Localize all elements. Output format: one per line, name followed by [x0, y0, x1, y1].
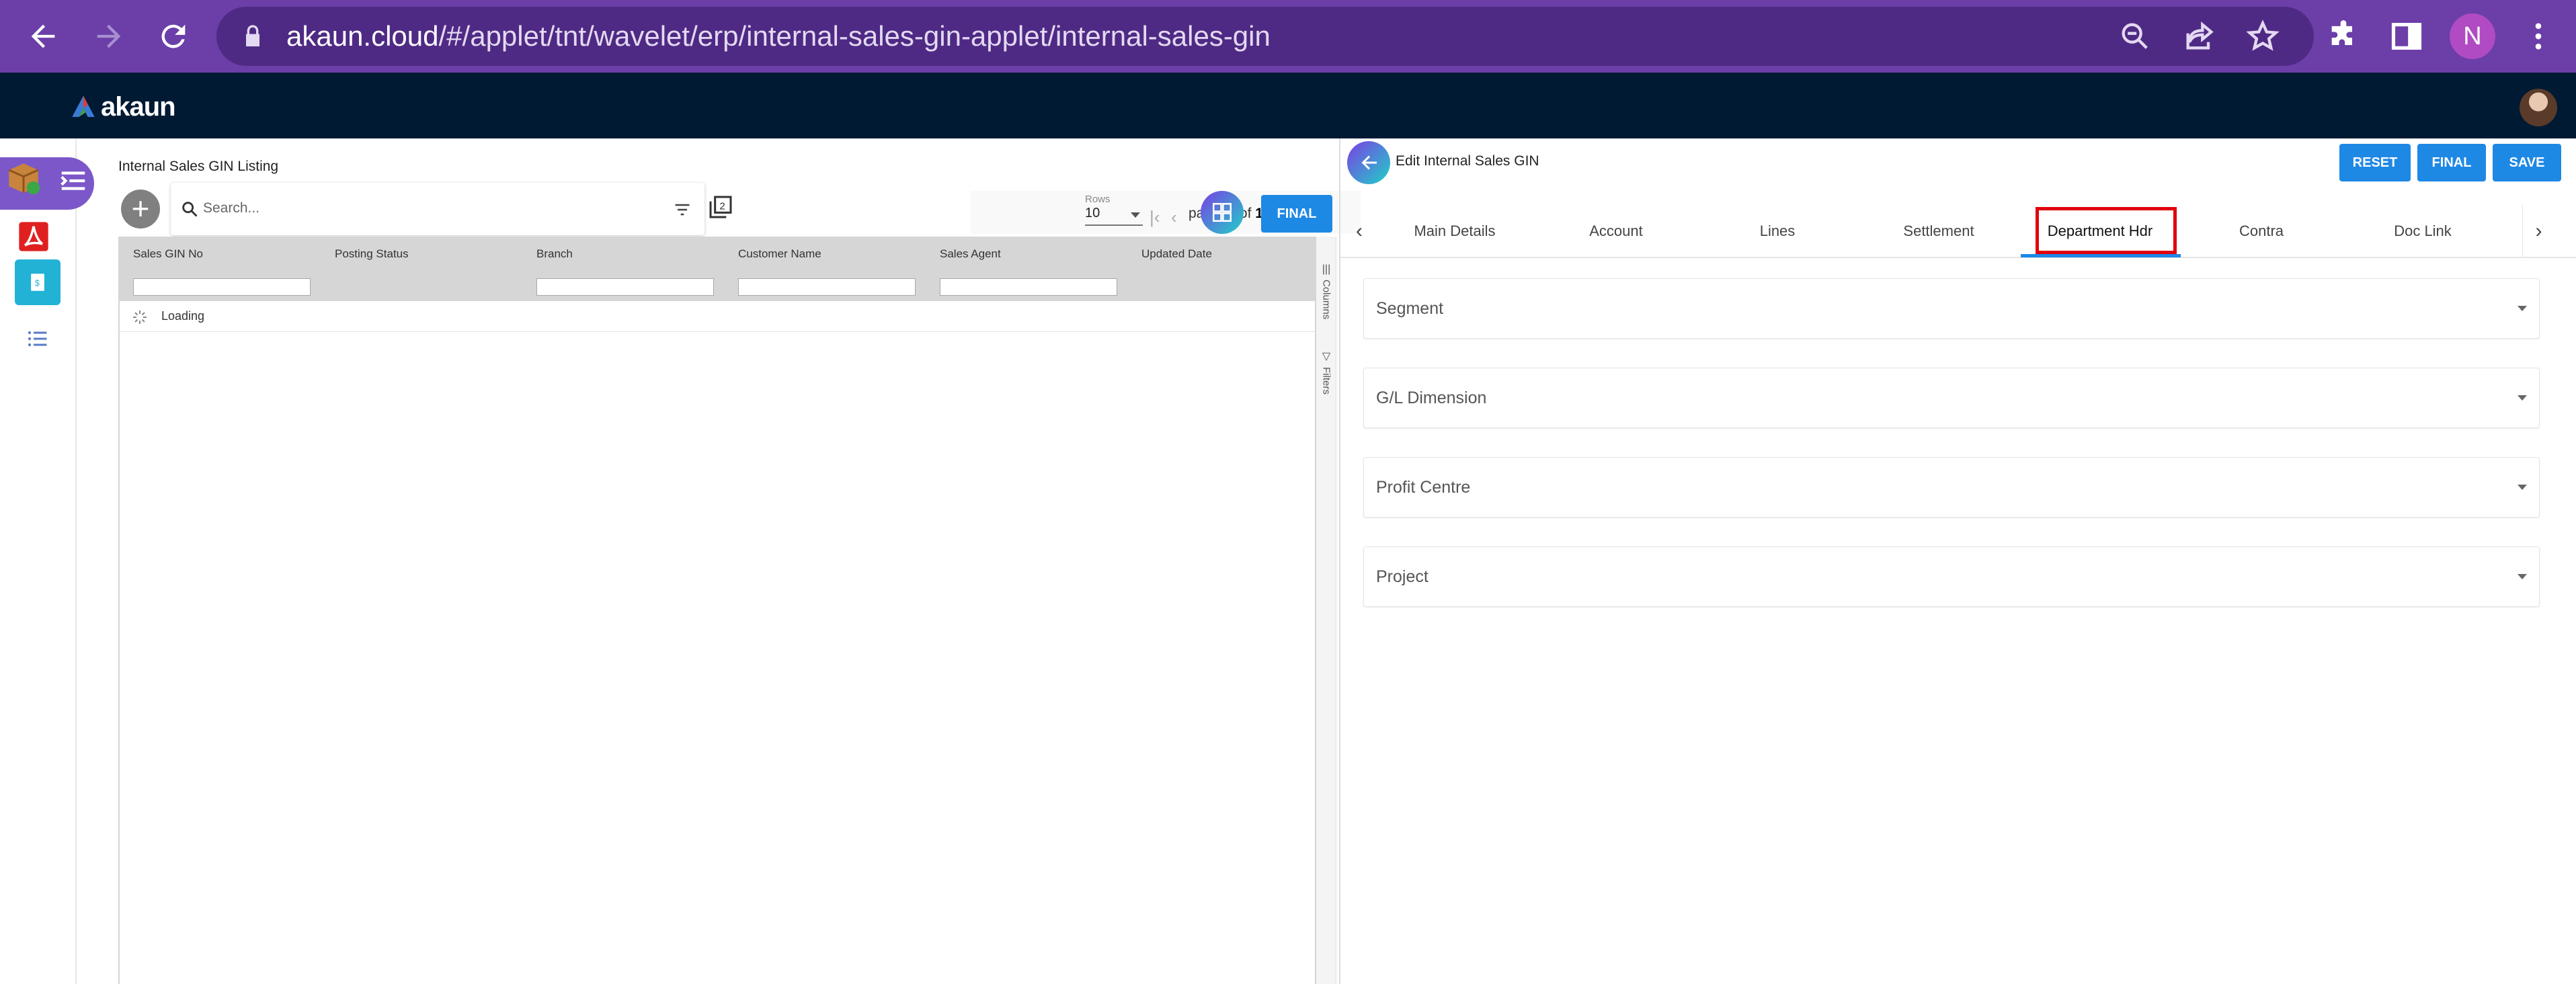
- plus-icon: +: [131, 191, 150, 226]
- kebab-menu-icon[interactable]: [2514, 12, 2563, 60]
- filters-tab[interactable]: ▽ Filters: [1316, 350, 1336, 395]
- gl-dimension-select[interactable]: G/L Dimension: [1363, 368, 2540, 428]
- list-icon[interactable]: [26, 327, 50, 351]
- column-header[interactable]: Sales Agent: [940, 247, 1001, 261]
- document-applet-icon[interactable]: $: [15, 259, 61, 305]
- dropdown-caret-icon: [2518, 306, 2527, 311]
- tab-highlight-box: [2036, 207, 2177, 254]
- search-box: [171, 183, 705, 235]
- dropdown-caret-icon: [1131, 212, 1140, 218]
- filters-icon: ▽: [1322, 351, 1331, 362]
- active-tab-indicator: [2021, 254, 2181, 257]
- rows-per-page-select[interactable]: 10: [1085, 206, 1143, 226]
- chevron-right-icon[interactable]: ›: [2522, 204, 2554, 258]
- url-text: akaun.cloud/#/applet/tnt/wavelet/erp/int…: [286, 20, 1271, 52]
- svg-text:2: 2: [719, 200, 725, 212]
- columns-tab[interactable]: ||| Columns: [1316, 263, 1336, 319]
- column-header[interactable]: Updated Date: [1141, 247, 1212, 261]
- column-header[interactable]: Sales GIN No: [133, 247, 203, 261]
- project-select[interactable]: Project: [1363, 546, 2540, 607]
- first-page-button[interactable]: |‹: [1150, 207, 1160, 228]
- column-header[interactable]: Branch: [536, 247, 573, 261]
- edit-title: Edit Internal Sales GIN: [1396, 153, 1539, 169]
- profit-centre-select[interactable]: Profit Centre: [1363, 457, 2540, 518]
- edit-panel: Edit Internal Sales GIN RESET FINAL SAVE…: [1339, 138, 2576, 984]
- column-header[interactable]: Posting Status: [335, 247, 409, 261]
- save-button[interactable]: SAVE: [2493, 144, 2561, 181]
- add-button[interactable]: +: [121, 190, 160, 229]
- tab-doc-link[interactable]: Doc Link: [2349, 204, 2497, 258]
- package-icon[interactable]: [4, 159, 43, 198]
- tab-account[interactable]: Account: [1542, 204, 1690, 258]
- tab-contra[interactable]: Contra: [2187, 204, 2335, 258]
- address-bar[interactable]: akaun.cloud/#/applet/tnt/wavelet/erp/int…: [216, 7, 2314, 66]
- dropdown-caret-icon: [2518, 574, 2527, 579]
- listing-title: Internal Sales GIN Listing: [118, 159, 279, 174]
- svg-text:$: $: [35, 278, 40, 288]
- forward-arrow-icon[interactable]: [85, 12, 133, 60]
- star-icon[interactable]: [2239, 12, 2287, 60]
- menu-toggle-icon[interactable]: [58, 165, 89, 196]
- akaun-logo-icon: [72, 95, 95, 117]
- browser-toolbar: akaun.cloud/#/applet/tnt/wavelet/erp/int…: [0, 0, 2576, 73]
- dropdown-caret-icon: [2518, 395, 2527, 401]
- column-header[interactable]: Customer Name: [738, 247, 821, 261]
- count-badge-icon[interactable]: 2: [707, 194, 734, 220]
- data-grid: Sales GIN No Posting Status Branch Custo…: [118, 237, 1316, 984]
- loading-row: Loading: [120, 301, 1315, 332]
- grid-view-button[interactable]: [1201, 191, 1244, 234]
- extensions-icon[interactable]: [2319, 12, 2368, 60]
- zoom-icon[interactable]: [2111, 12, 2159, 60]
- grid-side-bar: ||| Columns ▽ Filters: [1316, 237, 1336, 984]
- final-button[interactable]: FINAL: [1261, 195, 1332, 233]
- lock-icon[interactable]: [239, 23, 266, 50]
- grid-header: Sales GIN No Posting Status Branch Custo…: [120, 237, 1315, 301]
- dropdown-caret-icon: [2518, 485, 2527, 490]
- app-header: akaun: [0, 73, 2576, 138]
- filter-icon[interactable]: [672, 200, 692, 219]
- grid-view-icon: [1212, 202, 1232, 222]
- tab-main-details[interactable]: Main Details: [1381, 204, 1529, 258]
- listing-panel: Internal Sales GIN Listing + 2 Rows 10 |…: [118, 138, 1361, 984]
- column-filter-input[interactable]: [738, 278, 916, 296]
- tab-lines[interactable]: Lines: [1703, 204, 1851, 258]
- user-avatar[interactable]: [2520, 89, 2557, 126]
- back-button[interactable]: [1347, 141, 1390, 184]
- back-arrow-icon: [1361, 155, 1377, 170]
- tab-settlement[interactable]: Settlement: [1865, 204, 2013, 258]
- back-arrow-icon[interactable]: [19, 12, 67, 60]
- column-filter-input[interactable]: [940, 278, 1117, 296]
- search-icon: [182, 202, 198, 217]
- final-button[interactable]: FINAL: [2417, 144, 2486, 181]
- tab-bar: ‹ Main Details Account Lines Settlement …: [1340, 204, 2576, 258]
- rows-label: Rows: [1085, 194, 1111, 205]
- previous-page-button[interactable]: ‹: [1171, 207, 1177, 228]
- column-filter-input[interactable]: [536, 278, 714, 296]
- profile-avatar[interactable]: N: [2450, 13, 2495, 59]
- columns-icon: |||: [1322, 263, 1331, 275]
- loading-spinner-icon: [133, 311, 147, 324]
- chevron-left-icon[interactable]: ‹: [1343, 204, 1375, 258]
- side-panel-icon[interactable]: [2382, 12, 2431, 60]
- left-rail: $: [0, 138, 94, 984]
- share-icon[interactable]: [2175, 12, 2224, 60]
- pdf-icon[interactable]: [16, 219, 51, 254]
- search-input[interactable]: [202, 195, 632, 222]
- akaun-logo[interactable]: akaun: [70, 90, 176, 124]
- segment-select[interactable]: Segment: [1363, 278, 2540, 339]
- reset-button[interactable]: RESET: [2339, 144, 2411, 181]
- column-filter-input[interactable]: [133, 278, 311, 296]
- reload-icon[interactable]: [149, 12, 198, 60]
